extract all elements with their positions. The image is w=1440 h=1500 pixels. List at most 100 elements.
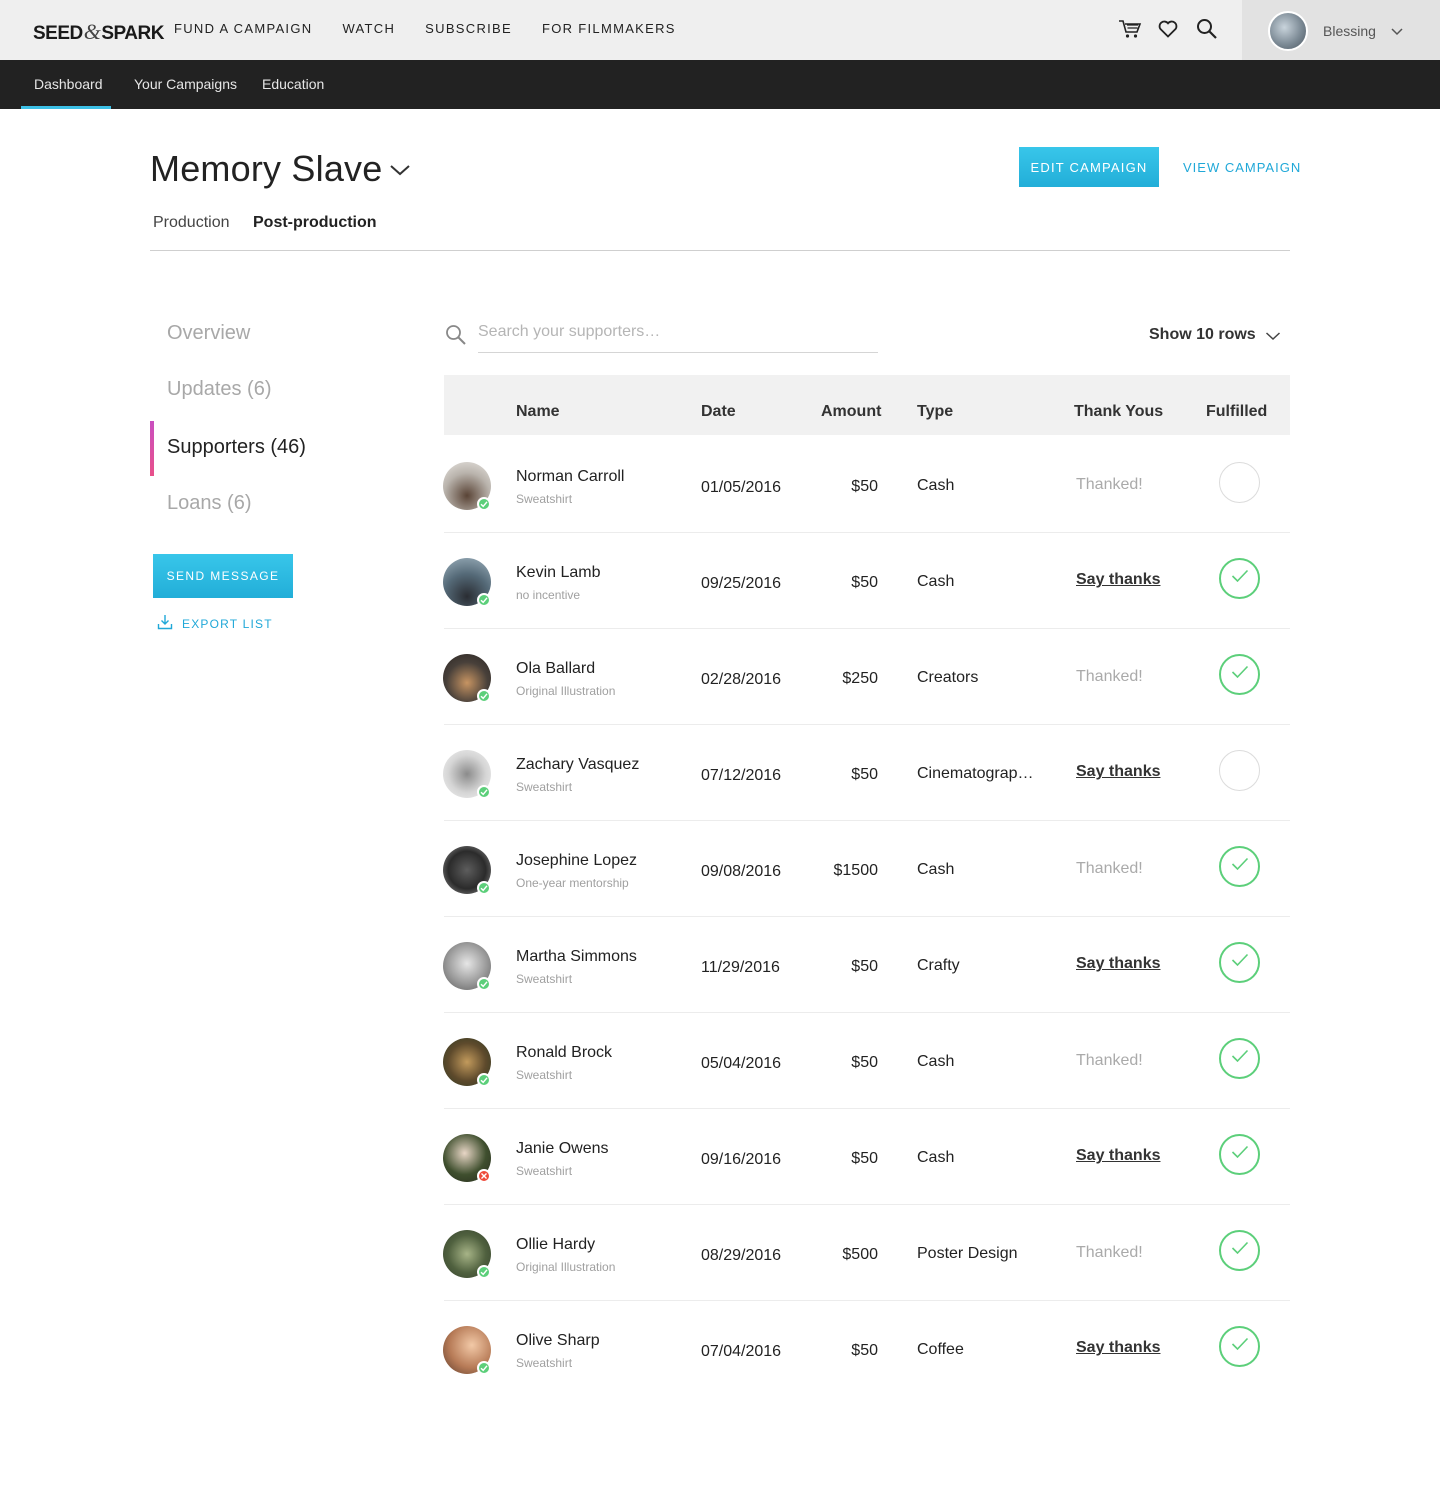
fulfilled-toggle[interactable]	[1219, 1230, 1260, 1271]
pledge-date: 09/16/2016	[701, 1151, 782, 1168]
fulfilled-toggle[interactable]	[1219, 846, 1260, 887]
heart-icon[interactable]	[1158, 20, 1178, 43]
sidenav-overview[interactable]: Overview	[167, 322, 250, 345]
pledge-type: Poster Design	[917, 1245, 1018, 1262]
thanked-label: Thanked!	[1076, 1244, 1143, 1261]
pledge-amount: $50	[851, 766, 878, 783]
pledge-date: 09/08/2016	[701, 863, 782, 880]
table-row[interactable]: Ola Ballard Original Illustration 02/28/…	[443, 629, 1290, 725]
thanked-label: Thanked!	[1076, 668, 1143, 685]
fulfilled-toggle[interactable]	[1219, 942, 1260, 983]
fulfilled-toggle[interactable]	[1219, 654, 1260, 695]
say-thanks-link[interactable]: Say thanks	[1076, 571, 1160, 589]
status-ok-icon	[477, 689, 491, 703]
checkmark-icon	[1231, 953, 1249, 972]
supporter-reward: Sweatshirt	[516, 1164, 573, 1178]
fulfilled-toggle[interactable]	[1219, 462, 1260, 503]
header-name[interactable]: Name	[516, 403, 560, 421]
fulfilled-toggle[interactable]	[1219, 558, 1260, 599]
nav-subscribe[interactable]: SUBSCRIBE	[425, 21, 512, 36]
table-row[interactable]: Janie Owens Sweatshirt 09/16/2016 $50 Ca…	[443, 1109, 1290, 1205]
supporter-name[interactable]: Norman Carroll	[516, 468, 624, 486]
supporter-name[interactable]: Janie Owens	[516, 1140, 609, 1158]
supporter-name[interactable]: Ollie Hardy	[516, 1236, 595, 1254]
search-supporters-input[interactable]	[478, 318, 878, 353]
status-ok-icon	[477, 1361, 491, 1375]
supporter-reward: no incentive	[516, 588, 581, 602]
checkmark-icon	[1231, 1049, 1249, 1068]
supporter-name[interactable]: Martha Simmons	[516, 948, 637, 966]
checkmark-icon	[1231, 1337, 1249, 1356]
pledge-type: Cash	[917, 573, 955, 590]
header-date[interactable]: Date	[701, 403, 736, 421]
seed-spark-logo[interactable]: SEED&SPARK	[33, 19, 164, 45]
say-thanks-link[interactable]: Say thanks	[1076, 955, 1160, 973]
cart-icon[interactable]	[1118, 18, 1142, 45]
edit-campaign-button[interactable]: EDIT CAMPAIGN	[1019, 147, 1159, 187]
header-thank-yous[interactable]: Thank Yous	[1074, 403, 1163, 421]
say-thanks-link[interactable]: Say thanks	[1076, 763, 1160, 781]
search-icon[interactable]	[1196, 18, 1218, 45]
thanked-label: Thanked!	[1076, 476, 1143, 493]
checkmark-icon	[1231, 665, 1249, 684]
table-row[interactable]: Olive Sharp Sweatshirt 07/04/2016 $50 Co…	[443, 1301, 1290, 1397]
pledge-amount: $50	[851, 1150, 878, 1167]
view-campaign-link[interactable]: VIEW CAMPAIGN	[1183, 160, 1301, 175]
table-row[interactable]: Kevin Lamb no incentive 09/25/2016 $50 C…	[443, 533, 1290, 629]
tab-post-production[interactable]: Post-production	[253, 214, 377, 232]
fulfilled-toggle[interactable]	[1219, 1038, 1260, 1079]
say-thanks-link[interactable]: Say thanks	[1076, 1147, 1160, 1165]
sidenav-loans[interactable]: Loans (6)	[167, 492, 252, 515]
pledge-amount: $50	[851, 574, 878, 591]
active-indicator	[150, 421, 154, 476]
supporter-name[interactable]: Zachary Vasquez	[516, 756, 639, 774]
chevron-down-icon[interactable]	[389, 162, 411, 183]
user-menu[interactable]: Blessing	[1242, 0, 1440, 60]
pledge-amount: $250	[842, 670, 878, 687]
send-message-button[interactable]: SEND MESSAGE	[153, 554, 293, 598]
status-ok-icon	[477, 593, 491, 607]
table-row[interactable]: Josephine Lopez One-year mentorship 09/0…	[443, 821, 1290, 917]
search-icon	[445, 324, 467, 351]
table-row[interactable]: Ollie Hardy Original Illustration 08/29/…	[443, 1205, 1290, 1301]
fulfilled-toggle[interactable]	[1219, 1134, 1260, 1175]
nav-watch[interactable]: WATCH	[342, 21, 395, 36]
sidenav-updates[interactable]: Updates (6)	[167, 378, 272, 401]
table-row[interactable]: Zachary Vasquez Sweatshirt 07/12/2016 $5…	[443, 725, 1290, 821]
header-amount[interactable]: Amount	[821, 403, 881, 421]
export-list-button[interactable]: EXPORT LIST	[157, 614, 273, 633]
status-ok-icon	[477, 497, 491, 511]
header-fulfilled[interactable]: Fulfilled	[1206, 403, 1267, 421]
subnav-dashboard[interactable]: Dashboard	[34, 76, 103, 92]
say-thanks-link[interactable]: Say thanks	[1076, 1339, 1160, 1357]
pledge-amount: $500	[842, 1246, 878, 1263]
supporter-name[interactable]: Ola Ballard	[516, 660, 595, 678]
table-row[interactable]: Ronald Brock Sweatshirt 05/04/2016 $50 C…	[443, 1013, 1290, 1109]
supporter-reward: Original Illustration	[516, 684, 616, 698]
header-type[interactable]: Type	[917, 403, 953, 421]
nav-fund-campaign[interactable]: FUND A CAMPAIGN	[174, 21, 312, 36]
chevron-down-icon[interactable]	[1265, 329, 1281, 347]
nav-for-filmmakers[interactable]: FOR FILMMAKERS	[542, 21, 676, 36]
tab-production[interactable]: Production	[153, 214, 230, 232]
supporter-name[interactable]: Ronald Brock	[516, 1044, 612, 1062]
subnav-your-campaigns[interactable]: Your Campaigns	[134, 76, 237, 92]
rows-per-page-select[interactable]: Show 10 rows	[1149, 326, 1256, 344]
subnav-education[interactable]: Education	[262, 76, 324, 92]
fulfilled-toggle[interactable]	[1219, 750, 1260, 791]
table-row[interactable]: Martha Simmons Sweatshirt 11/29/2016 $50…	[443, 917, 1290, 1013]
pledge-amount: $50	[851, 1054, 878, 1071]
checkmark-icon	[1231, 569, 1249, 588]
supporter-reward: One-year mentorship	[516, 876, 629, 890]
status-ok-icon	[477, 977, 491, 991]
user-name: Blessing	[1323, 23, 1376, 39]
pledge-amount: $1500	[833, 862, 879, 879]
table-row[interactable]: Norman Carroll Sweatshirt 01/05/2016 $50…	[443, 437, 1290, 533]
pledge-type: Cash	[917, 1053, 955, 1070]
supporter-name[interactable]: Josephine Lopez	[516, 852, 637, 870]
supporter-name[interactable]: Kevin Lamb	[516, 564, 601, 582]
supporter-name[interactable]: Olive Sharp	[516, 1332, 600, 1350]
sidenav-supporters[interactable]: Supporters (46)	[167, 436, 306, 459]
fulfilled-toggle[interactable]	[1219, 1326, 1260, 1367]
supporter-reward: Sweatshirt	[516, 780, 573, 794]
